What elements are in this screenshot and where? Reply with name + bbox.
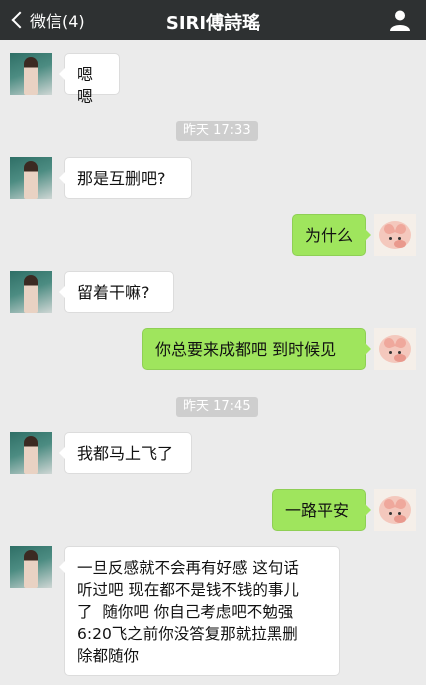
- message-bubble[interactable]: 一路平安: [272, 489, 371, 531]
- message-bubble[interactable]: 嗯嗯: [59, 53, 120, 106]
- message-bubble[interactable]: 我都马上飞了: [59, 432, 192, 474]
- message-bubble[interactable]: 一旦反感就不会再有好感 这句话 听过吧 现在都不是钱不钱的事儿 了 随你吧 你自…: [59, 546, 340, 676]
- user-avatar[interactable]: [374, 328, 416, 370]
- message-bubble[interactable]: 那是互删吧?: [59, 157, 192, 199]
- message-bubble[interactable]: 留着干嘛?: [59, 271, 174, 313]
- chat-title: SIRI傅詩瑤: [165, 13, 261, 34]
- message-bubble[interactable]: 你总要来成都吧 到时候见: [142, 328, 371, 370]
- timestamp: 昨天 17:45: [176, 397, 258, 417]
- contact-avatar[interactable]: [10, 157, 52, 199]
- top-bar: 微信(4) SIRI傅詩瑤: [0, 0, 426, 40]
- contact-avatar[interactable]: [10, 271, 52, 313]
- person-icon[interactable]: [388, 8, 412, 32]
- contact-avatar[interactable]: [10, 546, 52, 588]
- contact-avatar[interactable]: [10, 53, 52, 95]
- timestamp: 昨天 17:33: [176, 121, 258, 141]
- user-avatar[interactable]: [374, 214, 416, 256]
- contact-avatar[interactable]: [10, 432, 52, 474]
- message-bubble[interactable]: 为什么: [292, 214, 371, 256]
- user-avatar[interactable]: [374, 489, 416, 531]
